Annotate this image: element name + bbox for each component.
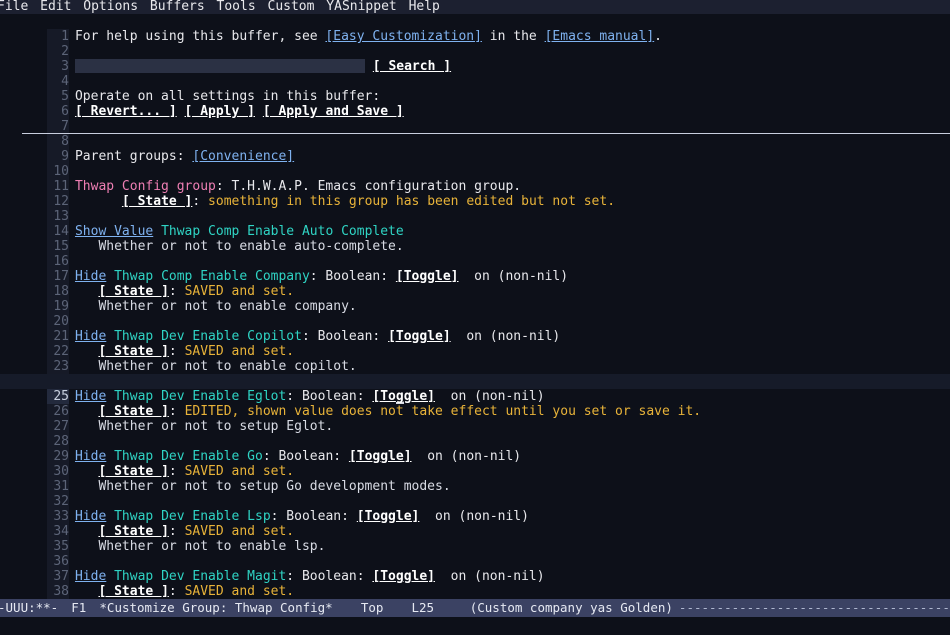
buffer-line: 27 Whether or not to setup Eglot. xyxy=(0,404,950,434)
mode-line-buffer-name[interactable]: *Customize Group: Thwap Config* xyxy=(99,599,332,617)
buffer-line: 20 xyxy=(0,299,950,329)
emacs-frame: File Edit Options Buffers Tools Custom Y… xyxy=(0,0,950,635)
mode-line-window-number: F1 xyxy=(71,600,87,615)
buffer-line: 33 Hide Thwap Dev Enable Lsp: Boolean: [T… xyxy=(0,494,950,524)
buffer-line: 39 Whether or not to enable magit. xyxy=(0,584,950,599)
menu-item-yasnippet[interactable]: YASnippet xyxy=(326,0,400,14)
buffer-line: 24 xyxy=(0,359,950,389)
buffer-line: 19 Whether or not to enable company. xyxy=(0,284,950,314)
buffer-line: 13 xyxy=(0,194,950,224)
mode-line-status[interactable]: -UUU:**- xyxy=(0,599,58,617)
buffer-line: 23 Whether or not to enable copilot. xyxy=(0,344,950,374)
buffer-line: 21 Hide Thwap Dev Enable Copilot: Boolean… xyxy=(0,314,950,344)
buffer-line: 2 xyxy=(0,29,950,59)
echo-area[interactable] xyxy=(0,617,950,635)
buffer-line: 35 Whether or not to enable lsp. xyxy=(0,524,950,554)
buffer-line: 38 [ State ]: SAVED and set. xyxy=(0,569,950,599)
buffer-line: 34 [ State ]: SAVED and set. xyxy=(0,509,950,539)
buffer-line-current: 25 Hide Thwap Dev Enable Eglot: Boolean: … xyxy=(0,374,950,404)
buffer-line: 32 xyxy=(0,479,950,509)
buffer-line: 5 Operate on all settings in this buffer: xyxy=(0,74,950,104)
buffer-line: 18 [ State ]: SAVED and set. xyxy=(0,269,950,299)
buffer-line: 31 Whether or not to setup Go developmen… xyxy=(0,464,950,494)
menu-item-custom[interactable]: Custom xyxy=(268,0,319,14)
buffer-line: 10 xyxy=(0,149,950,179)
buffer-line: 30 [ State ]: SAVED and set. xyxy=(0,449,950,479)
buffer-line: 11 Thwap Config group: T.H.W.A.P. Emacs c… xyxy=(0,164,950,194)
buffer-line: 16 xyxy=(0,239,950,269)
buffer-line: 7 xyxy=(0,104,950,134)
buffer-line: 29 Hide Thwap Dev Enable Go: Boolean: [To… xyxy=(0,434,950,464)
buffer-line: 3 [ Search ] xyxy=(0,44,950,74)
mode-line-line-number: L25 xyxy=(411,600,435,615)
menu-item-edit[interactable]: Edit xyxy=(40,0,75,14)
buffer-line: 4 xyxy=(0,59,950,89)
buffer-line: 36 xyxy=(0,539,950,569)
buffer-line: 14 Show Value Thwap Comp Enable Auto Comp… xyxy=(0,209,950,239)
menu-item-help[interactable]: Help xyxy=(409,0,444,14)
mode-line-minor-modes[interactable]: (Custom company yas Golden) xyxy=(470,599,673,617)
buffer-line: 1 For help using this buffer, see [Easy C… xyxy=(0,14,950,44)
buffer-line: 17 Hide Thwap Comp Enable Company: Boolea… xyxy=(0,254,950,284)
menu-item-tools[interactable]: Tools xyxy=(217,0,260,14)
buffer-line: 28 xyxy=(0,419,950,449)
buffer-line: 26 [ State ]: EDITED, shown value does n… xyxy=(0,389,950,419)
customize-buffer[interactable]: 1 For help using this buffer, see [Easy C… xyxy=(0,14,950,599)
buffer-line: 12 [ State ]: something in this group ha… xyxy=(0,179,950,209)
buffer-line: 6[ Revert... ] [ Apply ] [ Apply and Sav… xyxy=(0,89,950,119)
mode-line-filler: ----------------------------------------… xyxy=(678,600,950,615)
buffer-line: 15 Whether or not to enable auto-complet… xyxy=(0,224,950,254)
buffer-line: 37 Hide Thwap Dev Enable Magit: Boolean: … xyxy=(0,554,950,584)
menu-bar: File Edit Options Buffers Tools Custom Y… xyxy=(0,0,950,14)
menu-item-options[interactable]: Options xyxy=(83,0,142,14)
menu-item-file[interactable]: File xyxy=(0,0,32,14)
buffer-line: 8 xyxy=(0,119,950,149)
mode-line[interactable]: -UUU:**- F1 *Customize Group: Thwap Conf… xyxy=(0,599,950,617)
menu-item-buffers[interactable]: Buffers xyxy=(150,0,209,14)
buffer-line: 22 [ State ]: SAVED and set. xyxy=(0,329,950,359)
mode-line-scroll-position: Top xyxy=(360,600,384,615)
buffer-line: 9 Parent groups: [Convenience] xyxy=(0,134,950,164)
